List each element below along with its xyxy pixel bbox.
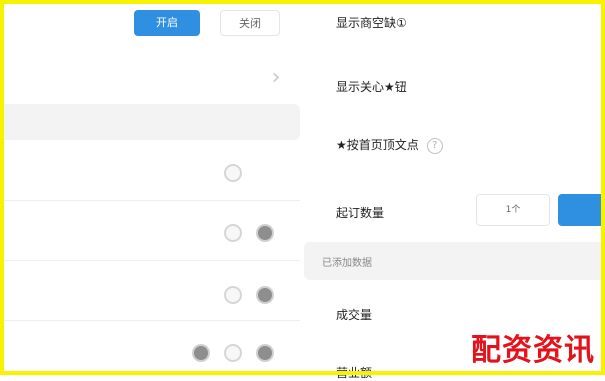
- right-panel: 显示商空缺① 显示关心★钮 ★按首页顶文点 ? 起订数量 1个 已添加数据 成交…: [304, 4, 605, 380]
- watermark-logo: 配资资讯: [471, 333, 595, 368]
- radio-circle-icon[interactable]: [256, 224, 274, 242]
- radio-circle-icon[interactable]: [192, 344, 210, 362]
- radio-circle-icon[interactable]: [224, 286, 242, 304]
- show-favorite-label: 显示关心★钮: [336, 80, 407, 94]
- highlighted-row[interactable]: [4, 104, 300, 140]
- left-panel: 开启 关闭 ›: [4, 4, 304, 371]
- sort-by-label: ★按首页顶文点: [336, 138, 419, 152]
- row-divider: [4, 260, 300, 261]
- chevron-right-icon[interactable]: ›: [266, 67, 286, 89]
- section-title: 已添加数据: [322, 258, 372, 269]
- confirm-button[interactable]: [558, 194, 605, 226]
- show-empty-label: 显示商空缺①: [336, 16, 407, 30]
- enable-button[interactable]: 开启: [134, 10, 200, 36]
- radio-circle-icon[interactable]: [224, 344, 242, 362]
- list-item[interactable]: 成交量: [336, 306, 372, 323]
- quantity-input[interactable]: 1个: [476, 194, 550, 226]
- radio-circle-icon[interactable]: [224, 164, 242, 182]
- radio-circle-icon[interactable]: [224, 224, 242, 242]
- list-item[interactable]: 营业额: [336, 364, 372, 381]
- question-circle-icon[interactable]: ?: [426, 137, 443, 154]
- purchase-qty-label: 起订数量: [336, 206, 385, 220]
- row-divider: [4, 200, 300, 201]
- radio-circle-icon[interactable]: [256, 344, 274, 362]
- sort-by-row: ★按首页顶文点 ?: [336, 136, 443, 154]
- radio-circle-icon[interactable]: [256, 286, 274, 304]
- row-divider: [4, 320, 300, 321]
- section-header: 已添加数据: [304, 242, 601, 280]
- disable-button[interactable]: 关闭: [220, 10, 280, 36]
- segmented-control: 开启 关闭: [134, 10, 280, 36]
